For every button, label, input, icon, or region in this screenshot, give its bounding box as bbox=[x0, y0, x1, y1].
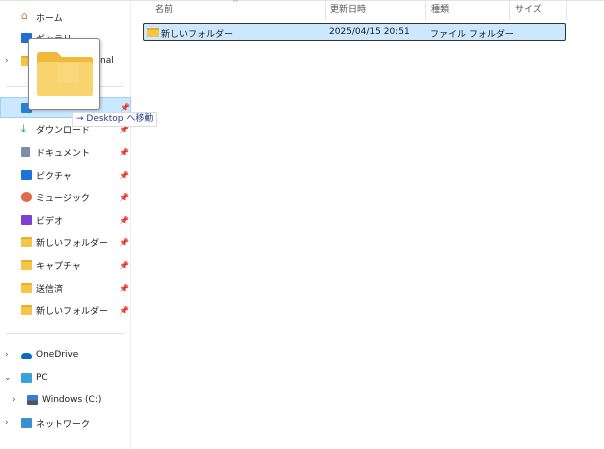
column-header-type[interactable]: 種類 bbox=[431, 0, 449, 20]
column-header-name[interactable]: 名前 bbox=[155, 0, 173, 20]
nav-label: 送信済 bbox=[36, 284, 64, 295]
onedrive-icon bbox=[21, 353, 32, 359]
pin-icon[interactable]: 📌 bbox=[119, 148, 129, 157]
nav-pictures[interactable]: ピクチャ 📌 bbox=[0, 165, 131, 185]
column-header-modified[interactable]: 更新日時 bbox=[330, 0, 366, 20]
nav-folder[interactable]: キャプチャ 📌 bbox=[0, 255, 131, 275]
pin-icon[interactable]: 📌 bbox=[119, 261, 129, 270]
nav-label: PC bbox=[36, 373, 48, 383]
chevron-right-icon[interactable]: › bbox=[5, 350, 9, 360]
folder-icon bbox=[21, 260, 32, 270]
nav-folder[interactable]: 新しいフォルダー 📌 bbox=[0, 232, 131, 252]
nav-label: ドキュメント bbox=[36, 148, 91, 159]
drive-icon bbox=[27, 395, 38, 405]
folder-icon bbox=[147, 28, 159, 37]
home-icon: ⌂ bbox=[21, 9, 28, 22]
nav-label: ミュージック bbox=[36, 193, 90, 204]
nav-label: ネットワーク bbox=[36, 419, 91, 430]
nav-label: キャプチャ bbox=[36, 261, 81, 272]
sort-arrow-icon: ^ bbox=[232, 0, 239, 7]
nav-windows-c[interactable]: › Windows (C:) bbox=[0, 390, 131, 410]
folder-icon bbox=[37, 52, 93, 96]
nav-label: ピクチャ bbox=[36, 171, 72, 182]
nav-folder[interactable]: 新しいフォルダー 📌 bbox=[0, 300, 131, 320]
pin-icon[interactable]: 📌 bbox=[119, 238, 129, 247]
nav-pc[interactable]: ⌄ PC bbox=[0, 368, 131, 388]
nav-documents[interactable]: ドキュメント 📌 bbox=[0, 142, 131, 162]
file-type: ファイル フォルダー bbox=[430, 30, 514, 40]
pin-icon[interactable]: 📌 bbox=[119, 284, 129, 293]
column-divider[interactable] bbox=[425, 0, 426, 20]
network-icon bbox=[21, 418, 32, 428]
pin-icon[interactable]: 📌 bbox=[119, 216, 129, 225]
chevron-right-icon[interactable]: › bbox=[12, 395, 16, 405]
file-modified: 2025/04/15 20:51 bbox=[329, 27, 410, 37]
nav-folder[interactable]: 送信済 📌 bbox=[0, 278, 131, 298]
nav-label: Windows (C:) bbox=[42, 395, 102, 405]
column-divider[interactable] bbox=[325, 0, 326, 20]
chevron-right-icon[interactable]: › bbox=[5, 418, 9, 428]
music-icon bbox=[21, 192, 32, 202]
nav-label: 新しいフォルダー bbox=[36, 306, 109, 317]
nav-home[interactable]: ⌂ ホーム bbox=[0, 7, 131, 27]
column-divider[interactable] bbox=[566, 0, 567, 20]
pin-icon[interactable]: 📌 bbox=[119, 193, 129, 202]
pin-icon[interactable]: 📌 bbox=[119, 171, 129, 180]
folder-icon bbox=[21, 237, 32, 247]
drop-tooltip: → Desktop へ移動 bbox=[72, 112, 158, 127]
column-header-size[interactable]: サイズ bbox=[515, 0, 542, 20]
folder-icon bbox=[21, 305, 32, 315]
document-icon bbox=[21, 147, 30, 157]
file-name: 新しいフォルダー bbox=[161, 30, 234, 40]
nav-label: ホーム bbox=[36, 13, 63, 24]
chevron-down-icon[interactable]: ⌄ bbox=[4, 373, 12, 383]
pc-icon bbox=[21, 373, 32, 383]
nav-label: nal bbox=[100, 56, 114, 66]
file-row[interactable]: 新しいフォルダー 2025/04/15 20:51 ファイル フォルダー bbox=[143, 23, 566, 41]
pictures-icon bbox=[21, 170, 32, 180]
nav-label: ビデオ bbox=[36, 216, 64, 227]
divider bbox=[6, 333, 124, 334]
nav-onedrive[interactable]: › OneDrive bbox=[0, 345, 131, 365]
column-divider[interactable] bbox=[509, 0, 510, 20]
video-icon bbox=[21, 215, 32, 225]
nav-label: 新しいフォルダー bbox=[36, 238, 109, 249]
nav-music[interactable]: ミュージック 📌 bbox=[0, 187, 131, 207]
folder-icon bbox=[21, 283, 32, 293]
drag-preview bbox=[28, 38, 100, 110]
pin-icon[interactable]: 📌 bbox=[119, 306, 129, 315]
nav-network[interactable]: › ネットワーク bbox=[0, 413, 131, 433]
nav-videos[interactable]: ビデオ 📌 bbox=[0, 210, 131, 230]
chevron-right-icon[interactable]: › bbox=[5, 56, 9, 66]
pin-icon[interactable]: 📌 bbox=[120, 103, 130, 112]
nav-label: OneDrive bbox=[36, 350, 79, 360]
download-icon: ⤓ bbox=[21, 122, 26, 135]
